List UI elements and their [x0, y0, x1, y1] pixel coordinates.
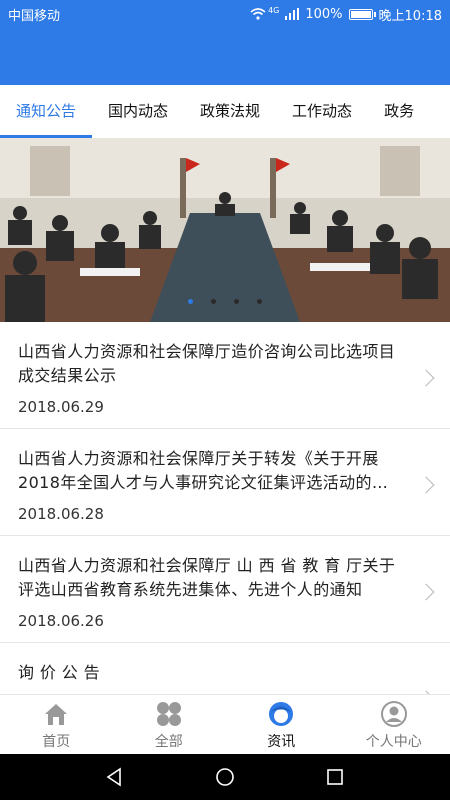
- home-icon: [45, 703, 68, 725]
- news-item[interactable]: 山西省人力资源和社会保障厅关于转发《关于开展2018年全国人才与人事研究论文征集…: [0, 429, 450, 536]
- wifi-icon: [250, 8, 266, 20]
- news-item[interactable]: 山西省人力资源和社会保障厅 山 西 省 教 育 厅关于评选山西省教育系统先进集体…: [0, 536, 450, 643]
- nav-home[interactable]: 首页: [0, 695, 113, 754]
- carousel-dot[interactable]: [234, 299, 239, 304]
- news-title: 山西省人力资源和社会保障厅 山 西 省 教 育 厅关于评选山西省教育系统先进集体…: [18, 556, 396, 599]
- carousel-dot[interactable]: [188, 299, 193, 304]
- chevron-right-icon: [417, 476, 435, 494]
- tab-work-news[interactable]: 工作动态: [276, 85, 368, 138]
- news-title: 山西省人力资源和社会保障厅关于转发《关于开展2018年全国人才与人事研究论文征集…: [18, 449, 389, 492]
- nav-profile[interactable]: 个人中心: [338, 695, 450, 754]
- system-navigation-bar: [0, 754, 450, 800]
- carousel-indicator: [0, 299, 450, 304]
- chevron-right-icon: [417, 369, 435, 387]
- battery-percent: 100%: [305, 6, 343, 22]
- person-blue-icon: [269, 701, 294, 726]
- category-tabs: 通知公告 国内动态 政策法规 工作动态 政务: [0, 85, 450, 138]
- status-bar: 中国移动 4G 100% 晚上10:18: [0, 0, 450, 28]
- grid-icon: [156, 701, 181, 726]
- banner-carousel[interactable]: [0, 138, 450, 322]
- tab-government-affairs[interactable]: 政务: [368, 85, 430, 138]
- nav-home-label: 首页: [42, 733, 71, 750]
- network-type-label: 4G: [268, 5, 280, 15]
- signal-icon: [285, 8, 300, 20]
- nav-news-label: 资讯: [267, 733, 296, 750]
- meeting-photo: [0, 138, 450, 322]
- news-list: 山西省人力资源和社会保障厅造价咨询公司比选项目成交结果公示 2018.06.29…: [0, 322, 450, 694]
- nav-profile-label: 个人中心: [365, 733, 422, 750]
- app-header: [0, 28, 450, 85]
- news-item[interactable]: 山西省人力资源和社会保障厅造价咨询公司比选项目成交结果公示 2018.06.29: [0, 322, 450, 429]
- clock: 晚上10:18: [378, 8, 442, 24]
- carousel-dot[interactable]: [211, 299, 216, 304]
- home-circle-icon[interactable]: [214, 766, 236, 788]
- nav-news[interactable]: 资讯: [225, 695, 338, 754]
- bottom-navigation: 首页 全部 资讯 个人中心: [0, 694, 450, 754]
- nav-all-label: 全部: [154, 733, 183, 750]
- carousel-dot[interactable]: [257, 299, 262, 304]
- news-title: 山西省人力资源和社会保障厅造价咨询公司比选项目成交结果公示: [18, 342, 396, 385]
- tab-domestic-news[interactable]: 国内动态: [92, 85, 184, 138]
- back-icon[interactable]: [104, 766, 126, 788]
- tab-notices[interactable]: 通知公告: [0, 85, 93, 138]
- user-circle-icon: [380, 700, 407, 727]
- recents-icon[interactable]: [324, 766, 346, 788]
- news-item[interactable]: 询 价 公 告: [0, 643, 450, 694]
- battery-icon: [348, 8, 376, 20]
- chevron-right-icon: [417, 583, 435, 601]
- tab-policies[interactable]: 政策法规: [184, 85, 276, 138]
- news-date: 2018.06.28: [18, 505, 104, 523]
- news-date: 2018.06.29: [18, 398, 104, 416]
- news-date: 2018.06.26: [18, 612, 104, 630]
- nav-all[interactable]: 全部: [113, 695, 226, 754]
- carrier-label: 中国移动: [8, 8, 61, 24]
- news-title: 询 价 公 告: [18, 663, 101, 682]
